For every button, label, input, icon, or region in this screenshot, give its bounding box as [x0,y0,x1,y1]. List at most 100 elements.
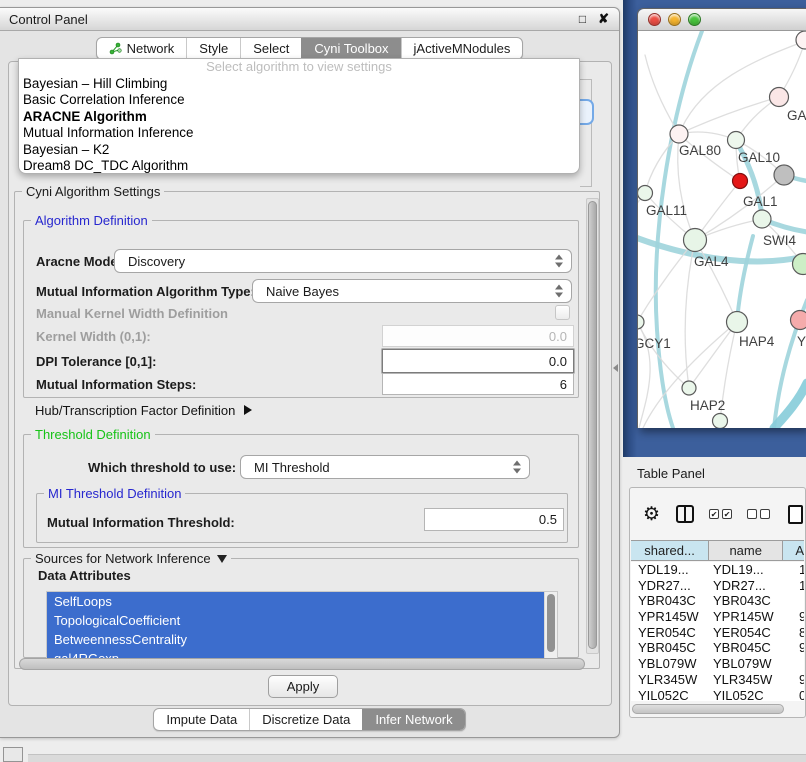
network-node[interactable] [753,210,771,228]
network-window-titlebar[interactable] [638,9,806,31]
column-header[interactable]: name [709,541,783,560]
table-row[interactable]: YBL079WYBL079W [631,656,804,672]
table-row[interactable]: YLR345WYLR345W9. [631,672,804,688]
attribute-item[interactable]: TopologicalCoefficient [47,611,557,630]
column-header[interactable]: shared... [631,541,709,560]
mi-threshold-field[interactable]: 0.5 [424,508,564,531]
node-label: HAP4 [739,334,775,349]
table-horizontal-scrollbar[interactable] [632,703,803,715]
table-row[interactable]: YER054CYER054C8. [631,625,804,641]
manual-kernel-checkbox[interactable] [555,305,570,320]
sources-group: Sources for Network Inference Data Attri… [23,558,579,658]
dropdown-option[interactable]: Mutual Information Inference [19,125,579,141]
table-cell: 12 [787,578,804,594]
tab-style[interactable]: Style [186,38,240,59]
tab-network[interactable]: Network [97,38,187,59]
network-window: GALGAL80GAL10GAL1GAL11SWI4GAL4GCY1HAP4YH… [637,8,806,428]
table-row[interactable]: YPR145WYPR145W9. [631,609,804,625]
panel-divider-grip[interactable] [613,364,618,372]
split-columns-icon[interactable] [676,505,694,523]
tab-cyni-toolbox[interactable]: Cyni Toolbox [301,38,400,59]
dropdown-option[interactable]: Basic Correlation Inference [19,92,579,108]
cyni-algorithm-settings-group: Cyni Algorithm Settings Algorithm Defini… [14,191,600,669]
network-node[interactable] [638,315,644,329]
scrollbar-thumb[interactable] [547,594,555,652]
table-cell: 8. [787,625,804,641]
mi-type-select[interactable]: Naive Bayes [252,279,572,303]
attributes-scrollbar[interactable] [544,592,557,658]
apply-button[interactable]: Apply [268,675,338,698]
which-threshold-select[interactable]: MI Threshold [240,455,530,479]
column-header[interactable]: A [783,541,804,560]
network-node[interactable] [796,31,806,49]
table-row[interactable]: YDR27...YDR27...12 [631,578,804,594]
bottom-strip [28,754,806,762]
tab-infer-network[interactable]: Infer Network [362,709,464,730]
zoom-window-button[interactable] [688,13,701,26]
dropdown-option[interactable]: ARACNE Algorithm [19,109,579,125]
scrollbar-thumb[interactable] [588,201,597,649]
collapse-down-icon[interactable] [217,555,227,563]
network-node[interactable] [670,125,688,143]
network-canvas[interactable]: GALGAL80GAL10GAL1GAL11SWI4GAL4GCY1HAP4YH… [638,31,806,428]
table-row[interactable]: YBR043CYBR043C [631,593,804,609]
table-row[interactable]: YIL052CYIL052C0. [631,688,804,702]
network-node[interactable] [684,229,707,252]
settings-vertical-scrollbar[interactable] [586,198,599,654]
table-cell: YDR27... [711,578,787,594]
mi-steps-field[interactable]: 6 [382,373,574,395]
tab-label: Discretize Data [262,712,350,727]
app-screen: Control Panel □ ✘ NetworkStyle Select Cyni… [0,0,806,762]
minimized-panel-icon[interactable] [3,747,23,762]
close-window-button[interactable] [648,13,661,26]
minimize-window-button[interactable] [668,13,681,26]
stepper-arrows-icon [513,461,521,474]
network-node[interactable] [791,311,806,330]
close-window-icon[interactable]: ✘ [598,11,609,27]
node-label: GAL10 [738,150,780,165]
dpi-tolerance-field[interactable]: 0.0 [382,349,574,373]
aracne-mode-select[interactable]: Discovery [114,249,572,273]
checked-columns-icon[interactable] [709,509,732,519]
table-row[interactable]: YDL19...YDL19...13 [631,562,804,578]
data-attributes-list[interactable]: SelfLoopsTopologicalCoefficientBetweenne… [46,591,558,659]
unchecked-columns-icon[interactable] [747,509,770,519]
table-panel: Table Panel ⚙ shared...nameA YDL19...YDL… [623,457,806,762]
dropdown-option[interactable]: Dream8 DC_TDC Algorithm [19,158,579,174]
dropdown-option[interactable]: Bayesian – K2 [19,142,579,158]
tab-impute-data[interactable]: Impute Data [154,709,249,730]
network-node[interactable] [733,174,748,189]
tab-select[interactable]: Select [240,38,301,59]
tab-discretize-data[interactable]: Discretize Data [249,709,362,730]
network-node[interactable] [713,414,728,429]
data-attributes-label: Data Attributes [38,567,131,583]
kernel-width-field[interactable]: 0.0 [382,325,574,347]
float-window-icon[interactable]: □ [579,12,586,26]
scrollbar-thumb[interactable] [632,704,784,714]
table-cell: YDL19... [711,562,787,578]
dropdown-option[interactable]: Bayesian – Hill Climbing [19,76,579,92]
node-label: GAL80 [679,143,721,158]
network-node[interactable] [770,88,789,107]
control-panel-titlebar: Control Panel □ ✘ [0,8,619,31]
network-node[interactable] [774,165,794,185]
hub-definition-expander[interactable]: Hub/Transcription Factor Definition [35,401,252,419]
table-row[interactable]: YBR045CYBR045C9. [631,640,804,656]
table-cell: YBL079W [631,656,711,672]
gear-icon[interactable]: ⚙ [643,505,660,524]
network-node[interactable] [638,186,653,201]
document-icon[interactable] [788,505,803,524]
scrollbar-thumb[interactable] [19,658,585,670]
attribute-item[interactable]: BetweennessCentrality [47,630,557,649]
control-panel-tabs: NetworkStyle Select Cyni ToolboxjActiveMNo… [96,37,524,60]
attribute-item[interactable]: SelfLoops [47,592,557,611]
network-node[interactable] [728,132,745,149]
network-node[interactable] [727,312,748,333]
network-node[interactable] [682,381,696,395]
tab-jactivemnodules[interactable]: jActiveMNodules [401,38,523,59]
panel-title: Control Panel [9,12,579,27]
tab-label: Select [253,41,289,56]
algorithm-definition-title: Algorithm Definition [31,213,152,228]
aracne-mode-label: Aracne Mode: [36,249,122,273]
settings-horizontal-scrollbar[interactable] [19,658,585,670]
